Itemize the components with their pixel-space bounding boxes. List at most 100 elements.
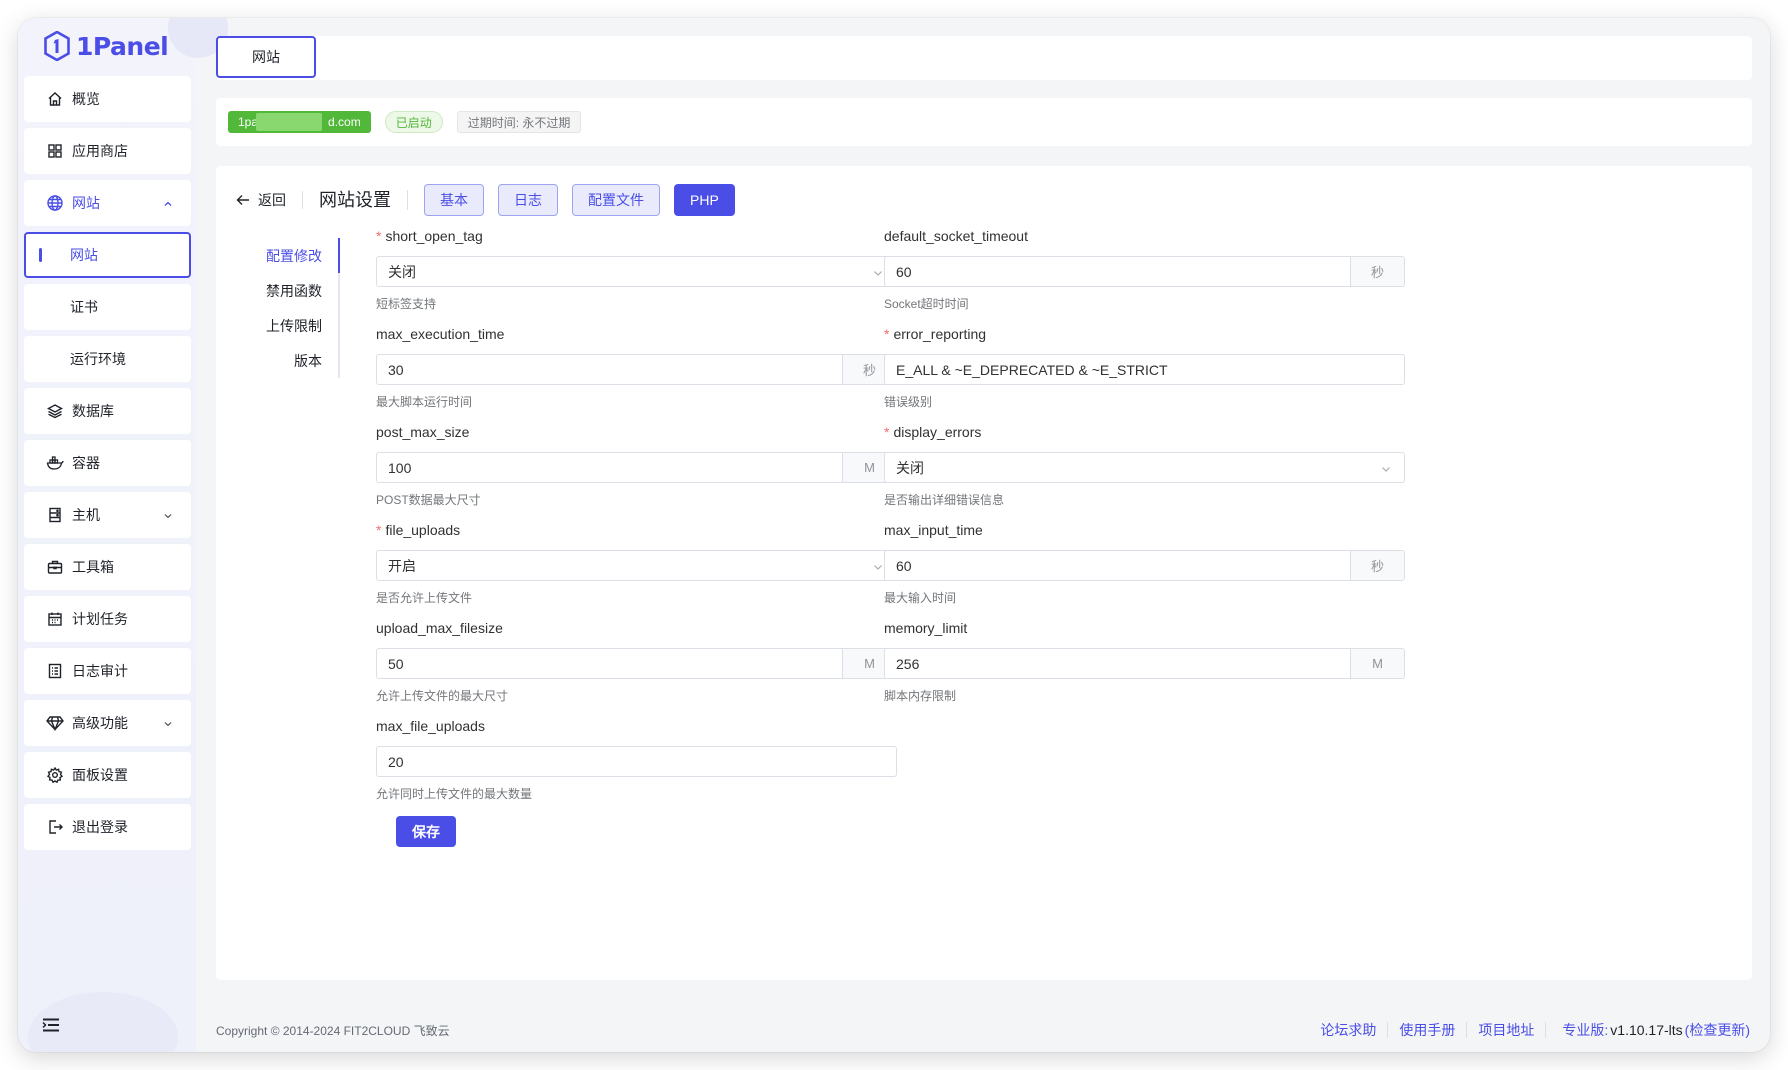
tab-php[interactable]: PHP — [674, 184, 735, 216]
field-post-max-size: post_max_size 100 M POST数据最大尺寸 — [376, 424, 897, 507]
sidebar: 1Panel 概览 应用商店 网站 网站 证书 运行环境 数据库 容器 主机 工… — [18, 18, 228, 1052]
select-value: 关闭 — [388, 263, 416, 280]
field-max-input-time: max_input_time 60 秒 最大输入时间 — [884, 522, 1405, 605]
error-reporting-input[interactable]: E_ALL & ~E_DEPRECATED & ~E_STRICT — [884, 354, 1405, 385]
field-label: max_input_time — [884, 522, 983, 538]
sidebar-item-label: 工具箱 — [72, 559, 114, 575]
field-file-uploads: * file_uploads 开启 是否允许上传文件 — [376, 522, 897, 605]
subnav-disabled-functions[interactable]: 禁用函数 — [236, 273, 338, 308]
field-max-file-uploads: max_file_uploads 20 允许同时上传文件的最大数量 — [376, 718, 897, 801]
subnav-config[interactable]: 配置修改 — [236, 238, 340, 273]
active-indicator — [39, 248, 42, 262]
field-label: post_max_size — [376, 424, 470, 440]
field-upload-max-filesize: upload_max_filesize 50 M 允许上传文件的最大尺寸 — [376, 620, 897, 703]
subnav-version[interactable]: 版本 — [236, 343, 338, 378]
check-update-link[interactable]: (检查更新) — [1685, 1020, 1750, 1040]
sidebar-subitem-website[interactable]: 网站 — [24, 232, 191, 278]
sidebar-item-database[interactable]: 数据库 — [24, 388, 191, 434]
sidebar-item-host[interactable]: 主机 — [24, 492, 191, 538]
logout-icon — [46, 818, 64, 836]
sidebar-item-cron[interactable]: 计划任务 — [24, 596, 191, 642]
field-label: memory_limit — [884, 620, 968, 636]
footer: Copyright © 2014-2024 FIT2CLOUD 飞致云 论坛求助… — [196, 1008, 1770, 1052]
menu-fold-icon — [42, 1018, 59, 1032]
sidebar-item-label: 退出登录 — [72, 819, 128, 835]
sidebar-subitem-certificate[interactable]: 证书 — [24, 284, 191, 330]
chevron-down-icon — [1380, 462, 1392, 478]
field-help: 是否输出详细错误信息 — [884, 493, 1005, 507]
chevron-down-icon — [872, 266, 884, 282]
sidebar-item-advanced[interactable]: 高级功能 — [24, 700, 191, 746]
tab-website[interactable]: 网站 — [216, 36, 316, 78]
sidebar-item-label: 主机 — [72, 507, 100, 523]
sidebar-item-label: 容器 — [72, 455, 100, 471]
sidebar-menu: 概览 应用商店 网站 网站 证书 运行环境 数据库 容器 主机 工具箱 计划任务… — [24, 76, 191, 856]
log-list-icon — [46, 662, 64, 680]
calendar-icon — [46, 610, 64, 628]
input-value: 50 — [388, 655, 404, 672]
domain-suffix: d.com — [328, 115, 361, 129]
tab-basic[interactable]: 基本 — [424, 184, 484, 216]
field-label: * display_errors — [884, 424, 982, 440]
post-max-size-input[interactable]: 100 M — [376, 452, 897, 483]
sidebar-item-container[interactable]: 容器 — [24, 440, 191, 486]
sidebar-item-website[interactable]: 网站 — [24, 180, 191, 226]
forum-link[interactable]: 论坛求助 — [1309, 1022, 1389, 1038]
max-execution-time-input[interactable]: 30 秒 — [376, 354, 897, 385]
tab-log[interactable]: 日志 — [498, 184, 558, 216]
sidebar-item-label: 日志审计 — [72, 663, 128, 679]
back-label: 返回 — [258, 192, 286, 208]
sidebar-subitem-runtime[interactable]: 运行环境 — [24, 336, 191, 382]
save-button[interactable]: 保存 — [396, 816, 456, 847]
copyright: Copyright © 2014-2024 FIT2CLOUD 飞致云 — [216, 1023, 450, 1038]
max-file-uploads-input[interactable]: 20 — [376, 746, 897, 777]
site-info-bar: 1pa d.com 已启动 过期时间: 永不过期 — [216, 98, 1752, 146]
sidebar-item-label: 应用商店 — [72, 143, 128, 159]
project-link[interactable]: 项目地址 — [1467, 1022, 1547, 1038]
default-socket-timeout-input[interactable]: 60 秒 — [884, 256, 1405, 287]
subnav-upload-limit[interactable]: 上传限制 — [236, 308, 338, 343]
version-text: v1.10.17-lts — [1610, 1022, 1683, 1038]
sidebar-item-settings[interactable]: 面板设置 — [24, 752, 191, 798]
unit-addon: 秒 — [1350, 257, 1404, 286]
globe-icon — [46, 194, 64, 212]
footer-links: 论坛求助 使用手册 项目地址 专业版: v1.10.17-lts (检查更新) — [1309, 1008, 1750, 1052]
back-button[interactable]: 返回 — [236, 191, 303, 209]
short-open-tag-select[interactable]: 关闭 — [376, 256, 897, 287]
display-errors-select[interactable]: 关闭 — [884, 452, 1405, 483]
field-label: default_socket_timeout — [884, 228, 1028, 244]
field-help: 最大输入时间 — [884, 591, 957, 605]
manual-link[interactable]: 使用手册 — [1388, 1022, 1468, 1038]
upload-max-filesize-input[interactable]: 50 M — [376, 648, 897, 679]
chevron-down-icon — [872, 560, 884, 576]
app-logo[interactable]: 1Panel — [44, 28, 169, 64]
sidebar-item-app-store[interactable]: 应用商店 — [24, 128, 191, 174]
domain-tag[interactable]: 1pa d.com — [228, 111, 371, 133]
main-content: 网站 1pa d.com 已启动 过期时间: 永不过期 返回 网站设置 基本 日… — [196, 18, 1770, 1052]
collapse-menu-button[interactable] — [42, 1018, 60, 1035]
field-help: 允许上传文件的最大尺寸 — [376, 689, 509, 703]
sidebar-item-logout[interactable]: 退出登录 — [24, 804, 191, 850]
field-default-socket-timeout: default_socket_timeout 60 秒 Socket超时时间 — [884, 228, 1405, 311]
edition-label[interactable]: 专业版: — [1562, 1020, 1608, 1040]
toolbox-icon — [46, 558, 64, 576]
sidebar-item-logs[interactable]: 日志审计 — [24, 648, 191, 694]
field-label: * short_open_tag — [376, 228, 483, 244]
php-subnav: 配置修改 禁用函数 上传限制 版本 — [236, 238, 340, 378]
field-help: 最大脚本运行时间 — [376, 395, 473, 409]
unit-addon: 秒 — [1350, 551, 1404, 580]
sidebar-item-label: 网站 — [72, 195, 100, 211]
diamond-icon — [46, 714, 64, 732]
memory-limit-input[interactable]: 256 M — [884, 648, 1405, 679]
sidebar-item-toolbox[interactable]: 工具箱 — [24, 544, 191, 590]
field-max-execution-time: max_execution_time 30 秒 最大脚本运行时间 — [376, 326, 897, 409]
sidebar-item-label: 计划任务 — [72, 611, 128, 627]
input-value: 100 — [388, 459, 412, 476]
max-input-time-input[interactable]: 60 秒 — [884, 550, 1405, 581]
sidebar-item-overview[interactable]: 概览 — [24, 76, 191, 122]
tab-config-file[interactable]: 配置文件 — [572, 184, 660, 216]
file-uploads-select[interactable]: 开启 — [376, 550, 897, 581]
field-help: Socket超时时间 — [884, 297, 969, 311]
home-icon — [46, 90, 64, 108]
sidebar-item-label: 网站 — [70, 247, 98, 263]
